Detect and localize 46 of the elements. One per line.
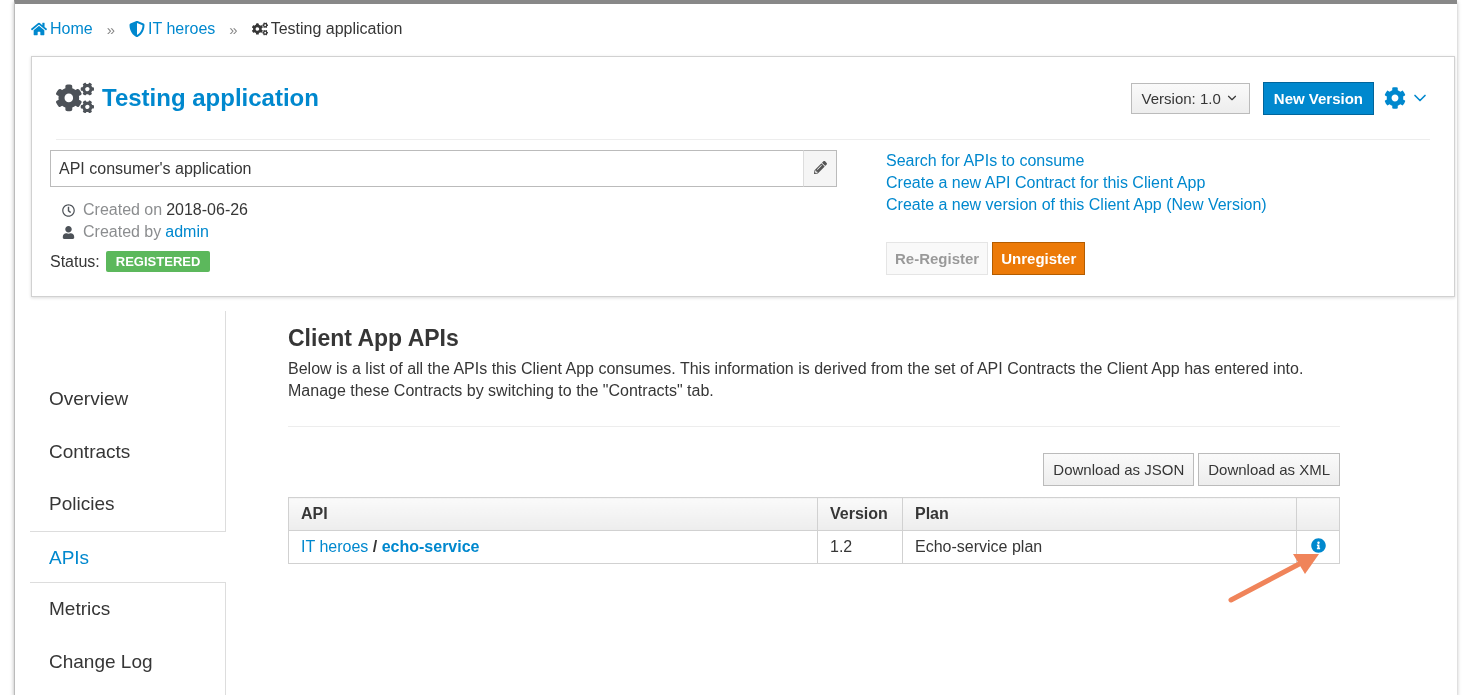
sidebar-tab[interactable]: Overview	[30, 373, 225, 426]
created-on-date: 2018-06-26	[166, 200, 248, 220]
sidebar-tab[interactable]: Policies	[30, 478, 225, 531]
user-icon	[62, 225, 75, 239]
org-link[interactable]: IT heroes	[301, 538, 369, 555]
app-title: Testing application	[102, 84, 320, 112]
table-cell: 1.2	[817, 530, 903, 564]
table-cell: Echo-service plan	[902, 530, 1297, 564]
api-link[interactable]: echo-service	[381, 538, 480, 555]
unregister-button[interactable]: Unregister	[992, 242, 1086, 275]
breadcrumb-link[interactable]: IT heroes	[129, 20, 216, 38]
breadcrumb-link[interactable]: Testing application	[251, 20, 403, 38]
download-button[interactable]: Download as JSON	[1043, 453, 1195, 486]
path-separator: /	[372, 538, 378, 555]
section-title: Client App APIs	[288, 325, 460, 352]
action-link[interactable]: Create a new version of this Client App (New Version)	[886, 194, 1267, 216]
action-link[interactable]: Create a new API Contract for this Client App	[886, 172, 1267, 194]
column-header: API	[288, 497, 818, 531]
section-description: Below is a list of all the APIs this Client App consumes. This information is derived from the set of API Contracts the Client App has entered into. Manage these Contracts by switching to the "Contracts" tab.	[288, 358, 1340, 427]
sidebar-tab[interactable]: Metrics	[30, 583, 225, 636]
home-icon	[31, 21, 47, 37]
gear-icon	[1384, 87, 1406, 109]
pencil-icon	[813, 160, 827, 174]
sidebar-tab[interactable]: Contracts	[30, 425, 225, 478]
download-button[interactable]: Download as XML	[1198, 453, 1340, 486]
column-header: Version	[817, 497, 903, 531]
status-badge: REGISTERED	[105, 251, 211, 272]
column-header: Plan	[902, 497, 1297, 531]
status-label: Status:	[50, 252, 100, 271]
breadcrumb-separator: »	[106, 20, 116, 38]
edit-button[interactable]	[803, 150, 837, 187]
version-dropdown[interactable]: Version: 1.0	[1130, 82, 1250, 114]
breadcrumb-separator: »	[229, 20, 238, 38]
gears-icon	[251, 21, 268, 37]
breadcrumb-link[interactable]: Home	[31, 20, 93, 38]
info-icon[interactable]	[1310, 537, 1326, 553]
clock-icon	[62, 203, 75, 217]
created-on-label: Created on	[83, 200, 163, 220]
new-version-button[interactable]: New Version	[1262, 81, 1374, 115]
user-link[interactable]: admin	[165, 221, 209, 243]
sidebar-tab[interactable]: APIs	[30, 530, 226, 583]
description-field[interactable]: API consumer's application	[50, 150, 803, 187]
action-link[interactable]: Search for APIs to consume	[886, 150, 1267, 172]
sidebar-tab[interactable]: Change Log	[30, 635, 225, 688]
shield-icon	[129, 21, 146, 37]
created-by-label: Created by	[83, 222, 162, 242]
